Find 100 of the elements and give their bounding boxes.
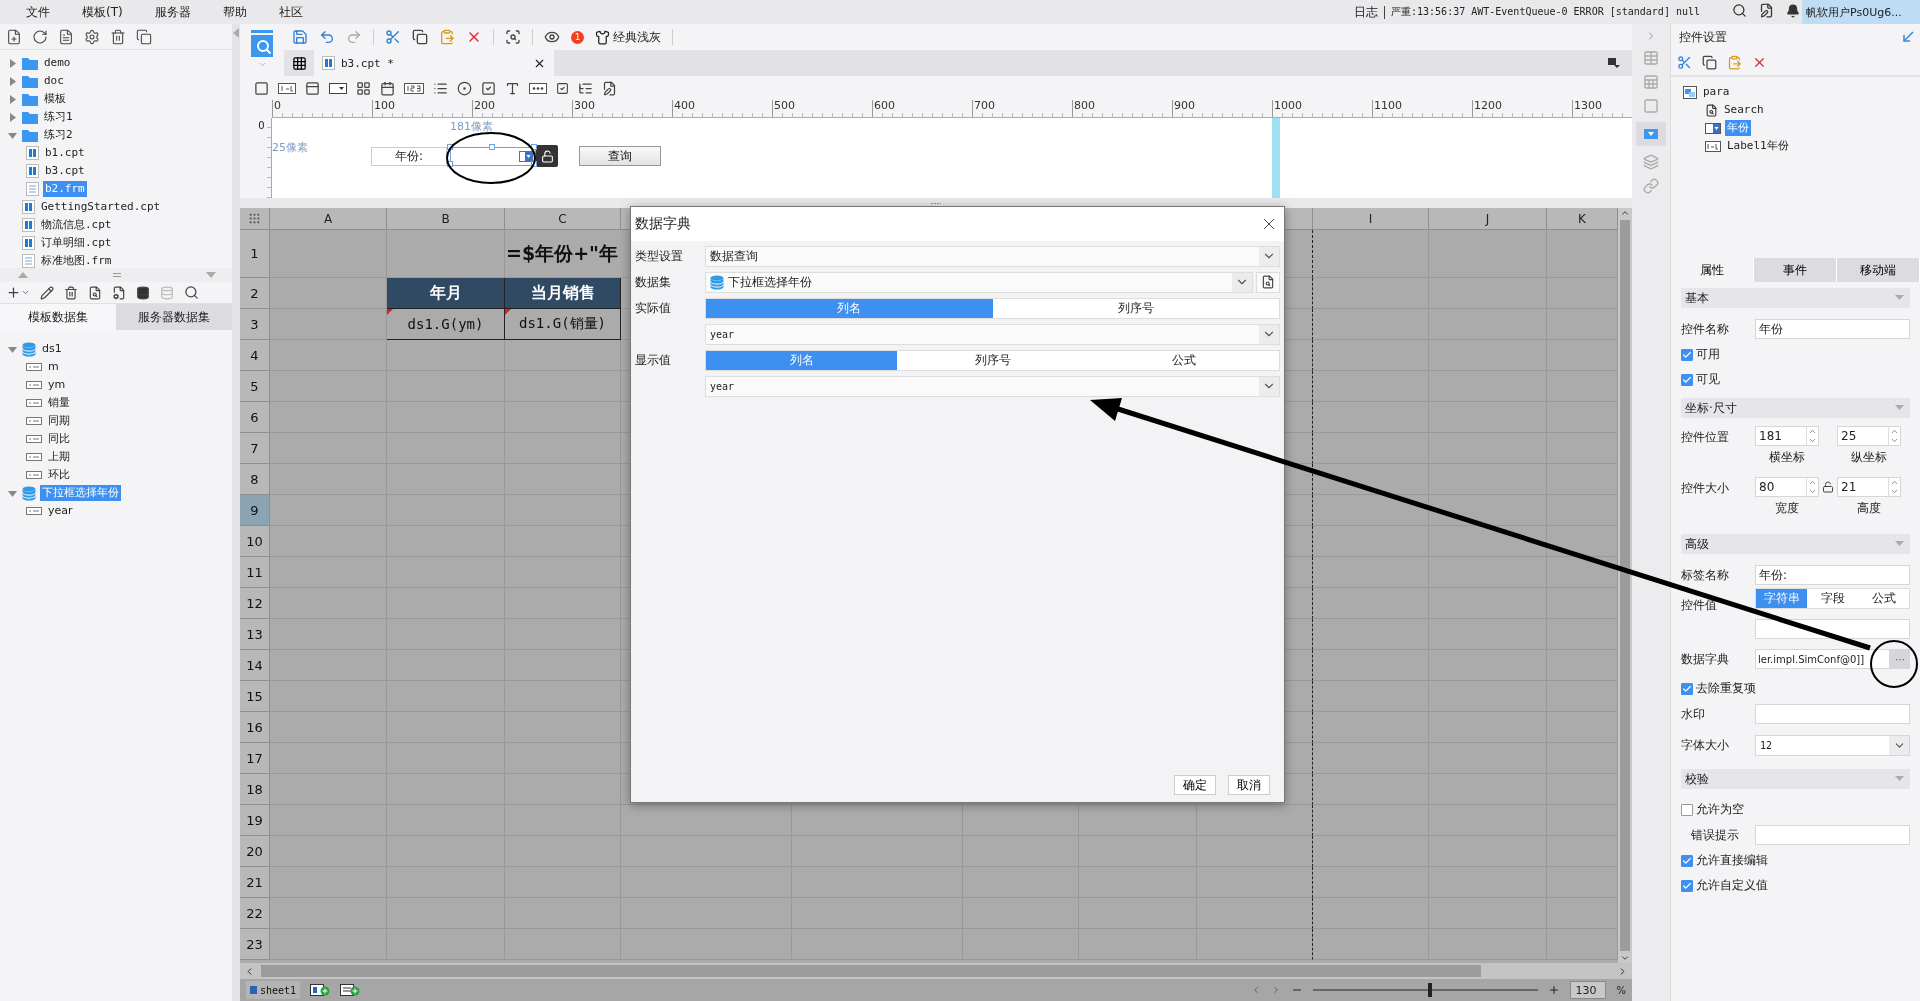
row-header[interactable]: 9 bbox=[240, 495, 270, 526]
row-header[interactable]: 5 bbox=[240, 371, 270, 402]
spin-down-icon[interactable] bbox=[1890, 487, 1899, 496]
property-tab[interactable]: 移动端 bbox=[1837, 258, 1920, 282]
more-button[interactable]: ··· bbox=[1890, 649, 1910, 669]
tree-item[interactable]: year bbox=[46, 503, 75, 519]
row-header[interactable]: 7 bbox=[240, 433, 270, 464]
spin-up-icon[interactable] bbox=[1890, 427, 1899, 436]
query-button[interactable]: 查询 bbox=[579, 146, 661, 166]
checkbox[interactable] bbox=[1681, 373, 1693, 386]
theme-button[interactable]: 经典浅灰 bbox=[595, 28, 661, 46]
spin-down-icon[interactable] bbox=[1808, 487, 1817, 496]
row-header[interactable]: 6 bbox=[240, 402, 270, 433]
text-field[interactable]: 年份 bbox=[1755, 319, 1910, 339]
select-field[interactable]: year bbox=[705, 323, 1280, 345]
spin-up-icon[interactable] bbox=[1808, 478, 1817, 487]
delete-button[interactable] bbox=[64, 285, 78, 300]
checkbox[interactable] bbox=[1681, 854, 1693, 867]
tree-item[interactable]: b1.cpt bbox=[43, 145, 87, 161]
number-field[interactable]: 21 bbox=[1837, 477, 1901, 497]
column-header[interactable]: C bbox=[505, 208, 621, 230]
checkbox[interactable] bbox=[1681, 879, 1693, 892]
spin-down-icon[interactable] bbox=[1808, 436, 1817, 445]
checkbox[interactable] bbox=[1681, 682, 1693, 695]
scrollbar-thumb[interactable] bbox=[261, 965, 1481, 977]
user-name[interactable]: 帆软用户Ps0Ug6... bbox=[1802, 0, 1920, 24]
caret-icon[interactable] bbox=[21, 288, 30, 297]
select-field[interactable]: 下拉框选择年份 bbox=[705, 271, 1253, 293]
row-header[interactable]: 2 bbox=[240, 278, 270, 309]
dropdown-settings-icon[interactable] bbox=[1636, 122, 1666, 146]
scrollbar-thumb[interactable] bbox=[1620, 220, 1630, 951]
row-header[interactable]: 15 bbox=[240, 681, 270, 712]
tree-item[interactable]: demo bbox=[42, 55, 73, 71]
bell-icon[interactable] bbox=[1786, 3, 1800, 18]
preview-button[interactable] bbox=[88, 285, 102, 300]
column-header[interactable]: I bbox=[1313, 208, 1429, 230]
row-header[interactable]: 19 bbox=[240, 805, 270, 836]
row-header[interactable]: 21 bbox=[240, 867, 270, 898]
preview-button[interactable] bbox=[544, 29, 560, 45]
tree-item[interactable]: doc bbox=[42, 73, 66, 89]
dropdown-widget-icon[interactable] bbox=[329, 82, 347, 94]
spin-down-icon[interactable] bbox=[1890, 436, 1899, 445]
open-button[interactable] bbox=[58, 28, 74, 45]
link-icon[interactable] bbox=[1643, 178, 1659, 194]
menu-item[interactable]: 帮助 bbox=[206, 0, 263, 24]
select-field[interactable]: 12 bbox=[1755, 734, 1910, 756]
row-header[interactable]: 4 bbox=[240, 340, 270, 371]
textbox-widget-icon[interactable] bbox=[254, 80, 269, 96]
calendar-icon[interactable] bbox=[380, 80, 395, 96]
tree-item[interactable]: 上期 bbox=[46, 449, 72, 465]
label-widget-icon[interactable] bbox=[278, 82, 296, 94]
row-header[interactable]: 22 bbox=[240, 898, 270, 929]
window-menu-icon[interactable] bbox=[1608, 57, 1620, 69]
lock-button[interactable] bbox=[536, 145, 558, 167]
dialog-button[interactable]: 确定 bbox=[1174, 775, 1216, 795]
text-field[interactable] bbox=[1755, 704, 1910, 724]
collapse-down-icon[interactable] bbox=[206, 272, 216, 278]
scroll-down-icon[interactable] bbox=[1620, 953, 1630, 963]
tree-widget-icon[interactable] bbox=[578, 80, 593, 96]
column-header[interactable]: J bbox=[1429, 208, 1547, 230]
tree-item[interactable]: para bbox=[1701, 84, 1732, 100]
text-field[interactable] bbox=[1755, 619, 1910, 639]
dataset-tab[interactable]: 服务器数据集 bbox=[116, 304, 232, 330]
text-field[interactable]: 年份: bbox=[1755, 565, 1910, 585]
list-widget-icon[interactable] bbox=[356, 80, 371, 96]
text-field[interactable] bbox=[1755, 825, 1910, 845]
radio-group-icon[interactable] bbox=[457, 80, 472, 96]
dropdown-widget[interactable] bbox=[450, 146, 536, 166]
collapse-up-icon[interactable] bbox=[18, 272, 28, 278]
template-preview-icon[interactable] bbox=[250, 30, 274, 60]
grip-icon[interactable] bbox=[113, 273, 121, 277]
tree-item[interactable]: 环比 bbox=[46, 467, 72, 483]
cell-element-icon[interactable] bbox=[1643, 74, 1659, 90]
text-widget-icon[interactable] bbox=[505, 80, 520, 96]
copy-button[interactable] bbox=[1702, 55, 1717, 70]
collapse-arrow-icon[interactable] bbox=[1902, 31, 1914, 43]
spin-up-icon[interactable] bbox=[1808, 427, 1817, 436]
tree-item[interactable]: Search bbox=[1722, 102, 1766, 118]
column-header[interactable]: B bbox=[387, 208, 505, 230]
menu-item[interactable]: 文件 bbox=[10, 0, 66, 24]
tree-item[interactable]: Label1年份 bbox=[1725, 138, 1791, 154]
paste-button[interactable] bbox=[1727, 55, 1742, 70]
sheet-tab[interactable]: sheet1 bbox=[246, 981, 301, 999]
tree-item[interactable]: 物流信息.cpt bbox=[39, 217, 114, 233]
row-header[interactable]: 18 bbox=[240, 774, 270, 805]
slider-thumb[interactable] bbox=[1428, 983, 1433, 997]
number-field[interactable]: 25 bbox=[1837, 426, 1901, 446]
tree-item[interactable]: b3.cpt bbox=[43, 163, 87, 179]
dialog-button[interactable]: 取消 bbox=[1228, 775, 1270, 795]
checkbox-widget-icon[interactable] bbox=[556, 81, 569, 95]
delete-button[interactable] bbox=[1752, 55, 1767, 70]
row-header[interactable]: 23 bbox=[240, 929, 270, 960]
more-widgets-icon[interactable] bbox=[602, 80, 617, 96]
checkbox-group-icon[interactable] bbox=[481, 80, 496, 96]
column-header[interactable]: K bbox=[1547, 208, 1618, 230]
resize-handle[interactable] bbox=[447, 143, 453, 150]
section-header[interactable]: 基本 bbox=[1681, 288, 1910, 308]
notification-badge[interactable]: 1 bbox=[571, 30, 584, 44]
layers-icon[interactable] bbox=[1643, 154, 1659, 170]
button-widget-icon[interactable] bbox=[305, 80, 320, 96]
